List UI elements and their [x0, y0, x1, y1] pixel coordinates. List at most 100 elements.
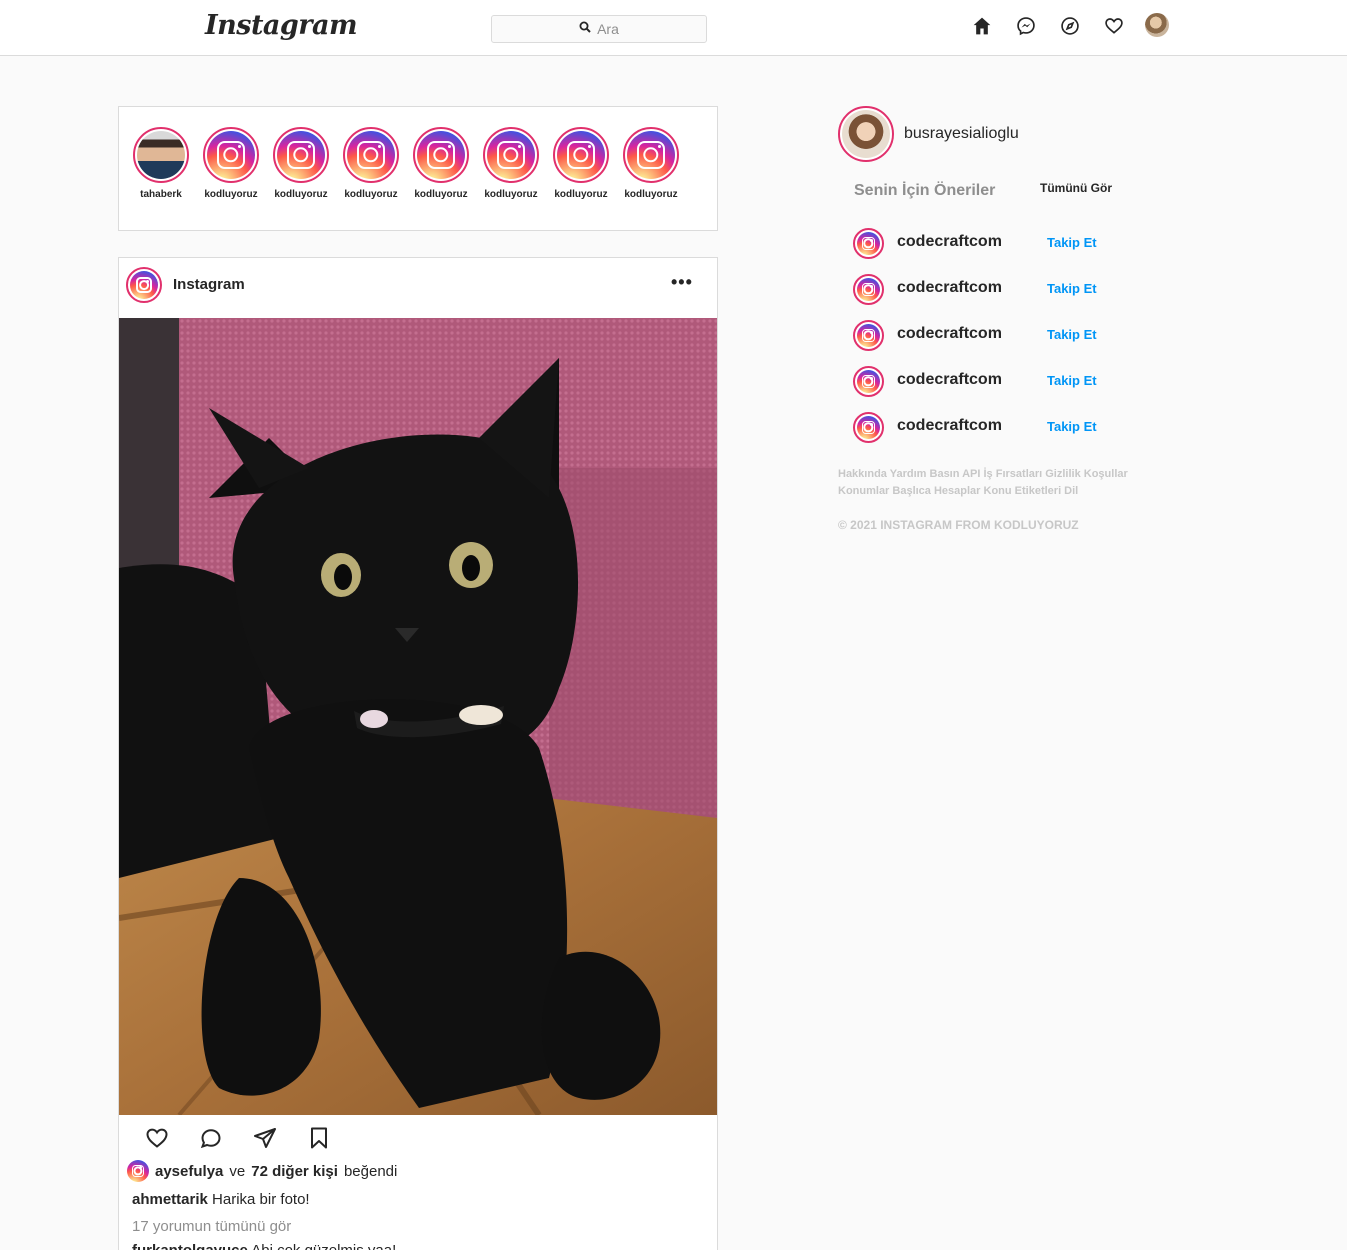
story-item[interactable]: kodluyoruz [341, 127, 401, 200]
story-avatar-ring [413, 127, 469, 183]
search-input[interactable]: Ara [491, 15, 707, 43]
search-icon [579, 20, 591, 38]
footer-links-line1[interactable]: Hakkında Yardım Basın API İş Fırsatları … [838, 466, 1138, 483]
stories-tray: tahaberk kodluyoruz kodluyoruz kodluyoru… [118, 106, 718, 231]
post-author-username[interactable]: Instagram [173, 276, 245, 293]
instagram-logo-icon [857, 232, 880, 255]
story-label: kodluyoruz [624, 189, 678, 200]
follow-button[interactable]: Takip Et [1047, 281, 1097, 296]
story-label: kodluyoruz [204, 189, 258, 200]
see-all-link[interactable]: Tümünü Gör [1040, 181, 1112, 195]
story-item[interactable]: kodluyoruz [411, 127, 471, 200]
instagram-logo-icon [857, 370, 880, 393]
post-caption: ahmettarik Harika bir foto! [132, 1191, 310, 1208]
instagram-logo-icon [277, 131, 325, 179]
post-header: Instagram ••• [119, 258, 717, 318]
explore-compass-icon[interactable] [1058, 14, 1082, 38]
comment-username[interactable]: furkantolgayuce [132, 1242, 248, 1250]
suggestion-username[interactable]: codecraftcom [897, 417, 1002, 435]
post-image[interactable] [119, 318, 717, 1115]
instagram-logo-icon [347, 131, 395, 179]
black-kitten-photo [119, 318, 717, 1115]
top-navigation-bar: Instagram Ara [0, 0, 1347, 56]
suggestion-username[interactable]: codecraftcom [897, 371, 1002, 389]
story-item[interactable]: kodluyoruz [201, 127, 261, 200]
instagram-logo-icon [127, 1160, 149, 1182]
story-label: kodluyoruz [414, 189, 468, 200]
suggestion-username[interactable]: codecraftcom [897, 325, 1002, 343]
home-icon[interactable] [970, 14, 994, 38]
story-avatar-ring [133, 127, 189, 183]
suggestion-username[interactable]: codecraftcom [897, 279, 1002, 297]
story-avatar-ring [553, 127, 609, 183]
share-paper-plane-icon[interactable] [253, 1126, 277, 1150]
story-label: kodluyoruz [344, 189, 398, 200]
current-user-card: busrayesialioglu [838, 106, 1019, 162]
instagram-logo-icon [417, 131, 465, 179]
footer-links: Hakkında Yardım Basın API İş Fırsatları … [838, 466, 1138, 500]
current-user-username[interactable]: busrayesialioglu [904, 125, 1019, 143]
likes-connector: ve [229, 1162, 246, 1180]
story-label: kodluyoruz [274, 189, 328, 200]
follow-button[interactable]: Takip Et [1047, 235, 1097, 250]
more-options-icon[interactable]: ••• [671, 272, 693, 293]
follow-button[interactable]: Takip Et [1047, 373, 1097, 388]
story-item[interactable]: tahaberk [131, 127, 191, 200]
suggestions-title: Senin İçin Öneriler [854, 182, 996, 199]
caption-text: Harika bir foto! [212, 1191, 310, 1208]
suggestion-username[interactable]: codecraftcom [897, 233, 1002, 251]
instagram-logo-icon [557, 131, 605, 179]
story-avatar-ring [483, 127, 539, 183]
likes-count[interactable]: 72 diğer kişi [251, 1163, 338, 1180]
suggestion-item: codecraftcom Takip Et [853, 412, 1113, 458]
instagram-logo-icon [627, 131, 675, 179]
comment-item: furkantolgayuce Abi çok güzelmiş yaa! [132, 1242, 396, 1250]
current-user-avatar[interactable] [838, 106, 894, 162]
instagram-logo-icon [130, 271, 158, 299]
story-avatar-ring [343, 127, 399, 183]
instagram-logo-icon [857, 416, 880, 439]
instagram-logo-icon [857, 324, 880, 347]
suggestions-list: codecraftcom Takip Et codecraftcom Takip… [853, 228, 1113, 458]
suggestion-item: codecraftcom Takip Et [853, 274, 1113, 320]
story-item[interactable]: kodluyoruz [551, 127, 611, 200]
liker-username[interactable]: aysefulya [155, 1163, 223, 1180]
like-heart-icon[interactable] [145, 1126, 169, 1150]
footer-links-line2[interactable]: Konumlar Başlıca Hesaplar Konu Etiketler… [838, 483, 1138, 500]
view-all-comments-link[interactable]: 17 yorumun tümünü gör [132, 1218, 291, 1235]
copyright-text: © 2021 INSTAGRAM FROM KODLUYORUZ [838, 518, 1079, 532]
story-item[interactable]: kodluyoruz [621, 127, 681, 200]
suggestion-avatar[interactable] [853, 366, 884, 397]
suggestion-avatar[interactable] [853, 320, 884, 351]
story-avatar-ring [623, 127, 679, 183]
follow-button[interactable]: Takip Et [1047, 327, 1097, 342]
suggestion-item: codecraftcom Takip Et [853, 320, 1113, 366]
suggestion-avatar[interactable] [853, 412, 884, 443]
suggestion-item: codecraftcom Takip Et [853, 228, 1113, 274]
save-bookmark-icon[interactable] [307, 1126, 331, 1150]
follow-button[interactable]: Takip Et [1047, 419, 1097, 434]
story-item[interactable]: kodluyoruz [481, 127, 541, 200]
story-label: kodluyoruz [484, 189, 538, 200]
story-avatar-ring [203, 127, 259, 183]
suggestion-avatar[interactable] [853, 274, 884, 305]
comment-bubble-icon[interactable] [199, 1126, 223, 1150]
instagram-logo-icon [857, 278, 880, 301]
story-item[interactable]: kodluyoruz [271, 127, 331, 200]
instagram-logo-icon [487, 131, 535, 179]
comment-text: Abi çok güzelmiş yaa! [251, 1242, 396, 1250]
feed-post: Instagram ••• aysefulya ve 72 diğer kişi… [118, 257, 718, 1250]
liker-avatar[interactable] [127, 1160, 149, 1182]
heart-activity-icon[interactable] [1102, 14, 1126, 38]
instagram-logo[interactable]: Instagram [205, 10, 358, 41]
suggestion-avatar[interactable] [853, 228, 884, 259]
story-label: kodluyoruz [554, 189, 608, 200]
caption-username[interactable]: ahmettarik [132, 1191, 208, 1208]
nav-icons [970, 14, 1126, 38]
post-actions [145, 1126, 331, 1150]
post-author-avatar[interactable] [126, 267, 162, 303]
profile-avatar[interactable] [1145, 13, 1169, 37]
messenger-icon[interactable] [1014, 14, 1038, 38]
search-placeholder: Ara [597, 21, 619, 37]
story-label: tahaberk [140, 189, 182, 200]
